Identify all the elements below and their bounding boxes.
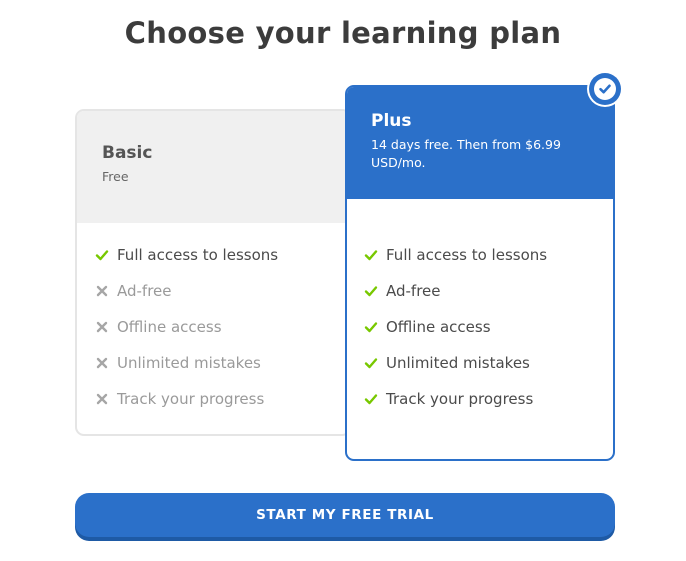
feature-plus-lessons: Full access to lessons <box>364 245 547 265</box>
feature-basic-offline: Offline access <box>95 317 222 337</box>
feature-plus-offline: Offline access <box>364 317 491 337</box>
plan-card-basic[interactable]: Basic Free <box>75 109 351 436</box>
check-icon <box>364 248 378 262</box>
feature-basic-adfree: Ad-free <box>95 281 172 301</box>
feature-label: Full access to lessons <box>117 246 279 264</box>
feature-plus-mistakes: Unlimited mistakes <box>364 353 530 373</box>
plan-header-basic: Basic Free <box>77 111 349 223</box>
check-icon <box>364 356 378 370</box>
checkmark-circle-icon <box>594 78 616 100</box>
plan-name-plus: Plus <box>371 111 412 131</box>
feature-plus-adfree: Ad-free <box>364 281 441 301</box>
plan-price-plus: 14 days free. Then from $6.99 USD/mo. <box>371 137 561 170</box>
check-icon <box>364 392 378 406</box>
feature-label: Offline access <box>117 318 222 336</box>
feature-label: Ad-free <box>117 282 172 300</box>
check-icon <box>364 284 378 298</box>
feature-label: Ad-free <box>386 282 441 300</box>
page-title: Choose your learning plan <box>124 16 562 50</box>
cross-icon <box>95 320 109 334</box>
check-icon <box>95 248 109 262</box>
plan-name-basic: Basic <box>102 143 153 163</box>
cross-icon <box>95 284 109 298</box>
feature-basic-lessons: Full access to lessons <box>95 245 278 265</box>
cross-icon <box>95 356 109 370</box>
plan-price-basic: Free <box>102 169 129 184</box>
feature-label: Offline access <box>386 318 491 336</box>
feature-label: Track your progress <box>117 390 265 408</box>
selected-badge <box>589 73 621 105</box>
feature-label: Unlimited mistakes <box>117 354 261 372</box>
feature-basic-progress: Track your progress <box>95 389 264 409</box>
feature-label: Full access to lessons <box>386 246 548 264</box>
check-icon <box>364 320 378 334</box>
feature-label: Track your progress <box>386 390 534 408</box>
feature-plus-progress: Track your progress <box>364 389 533 409</box>
feature-basic-mistakes: Unlimited mistakes <box>95 353 261 373</box>
start-free-trial-button[interactable]: START MY FREE TRIAL <box>75 493 615 537</box>
feature-label: Unlimited mistakes <box>386 354 530 372</box>
cross-icon <box>95 392 109 406</box>
plan-header-plus: Plus 14 days free. Then from $6.99 USD/m… <box>347 87 613 199</box>
